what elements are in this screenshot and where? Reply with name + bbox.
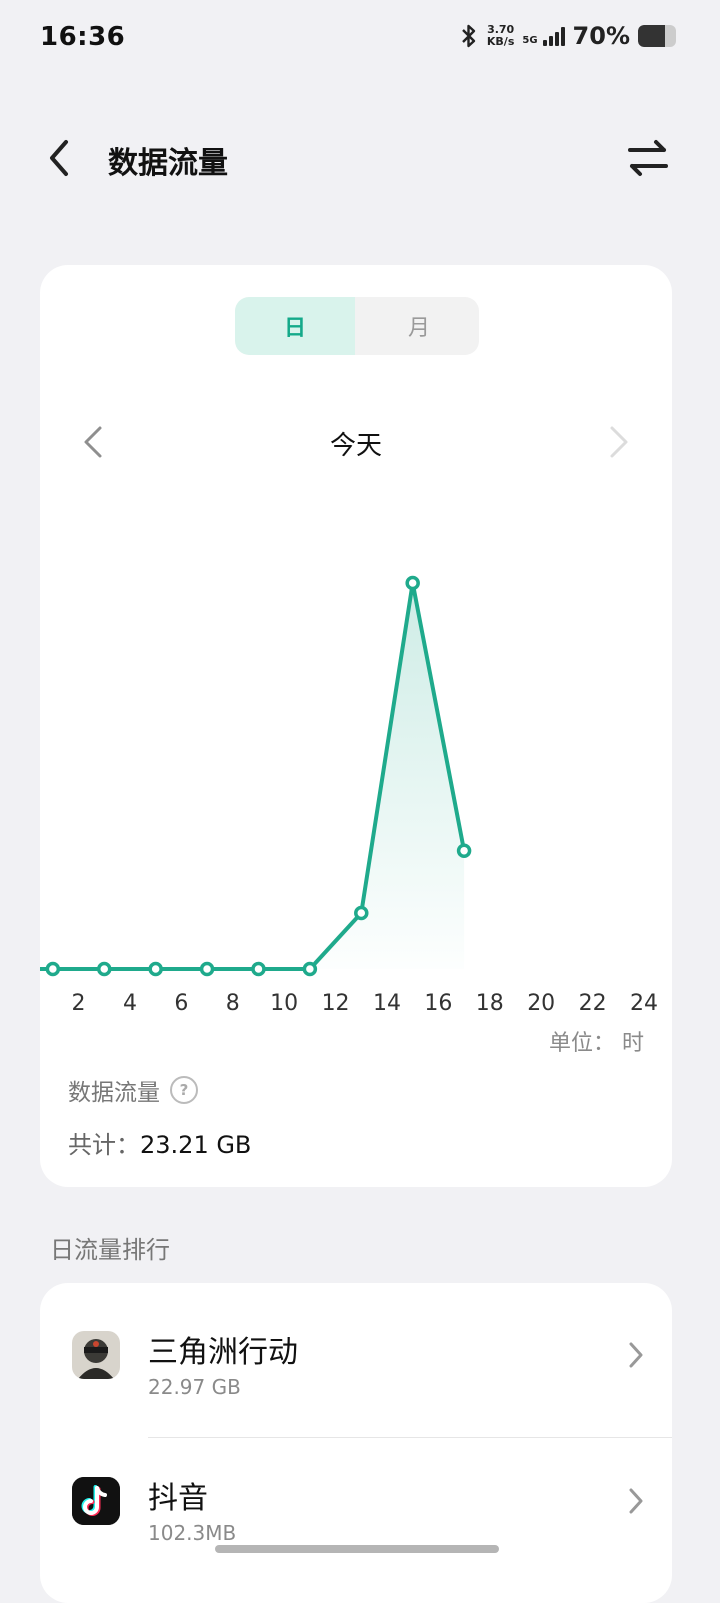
- ranking-title: 日流量排行: [50, 1236, 170, 1264]
- network-type: 5G: [522, 35, 538, 46]
- usage-card: 日 月 今天 2 4 6 8 10 12 14 16 18 20 22 24 单位： 时 数据流量 ?…: [40, 265, 672, 1187]
- x-tick-label: 2: [72, 991, 86, 1016]
- data-point: [354, 905, 369, 921]
- x-tick-label: 4: [123, 991, 137, 1016]
- x-tick-label: 8: [226, 991, 240, 1016]
- data-point: [302, 961, 318, 977]
- page-title: 数据流量: [108, 146, 228, 181]
- signal-bars-icon: [542, 26, 565, 46]
- usage-chart: 2 4 6 8 10 12 14 16 18 20 22 24: [40, 575, 658, 1016]
- total-label: 共计：: [68, 1131, 140, 1159]
- x-tick-label: 18: [476, 991, 504, 1016]
- unit-label: 单位： 时: [549, 1031, 644, 1056]
- app-ranking-list: 三角洲行动 22.97 GB 抖音 102.3MB: [40, 1283, 672, 1603]
- x-tick-label: 16: [424, 991, 452, 1016]
- chevron-right-icon: [629, 1342, 643, 1368]
- x-tick-label: 14: [373, 991, 401, 1016]
- speed-unit: KB/s: [486, 35, 515, 48]
- delta-force-app-icon: [72, 1331, 120, 1379]
- list-item[interactable]: 三角洲行动 22.97 GB: [40, 1283, 672, 1438]
- signal-indicator: 5G: [522, 26, 565, 46]
- x-tick-label: 24: [630, 991, 658, 1016]
- data-point: [456, 843, 472, 858]
- help-icon[interactable]: ?: [170, 1076, 198, 1104]
- usage-area: [309, 583, 465, 969]
- x-tick-label: 6: [174, 991, 188, 1016]
- data-point: [148, 961, 163, 977]
- battery-percent: 70%: [572, 22, 630, 50]
- summary-title: 数据流量: [68, 1080, 160, 1106]
- bluetooth-icon: [462, 24, 476, 48]
- x-tick-label: 20: [527, 991, 555, 1016]
- chevron-right-icon: [629, 1488, 643, 1514]
- list-item[interactable]: 抖音 102.3MB: [40, 1429, 672, 1575]
- network-speed: 3.70 KB/s: [487, 24, 514, 48]
- x-tick-label: 10: [270, 991, 298, 1016]
- data-point: [97, 961, 112, 977]
- home-indicator[interactable]: [215, 1545, 499, 1553]
- app-name: 三角洲行动: [148, 1335, 298, 1370]
- total-usage: 共计：23.21 GB: [68, 1125, 251, 1160]
- total-value: 23.21 GB: [140, 1131, 252, 1159]
- app-usage: 102.3MB: [148, 1521, 237, 1545]
- data-point: [405, 575, 420, 591]
- back-button[interactable]: [40, 138, 80, 178]
- app-usage: 22.97 GB: [148, 1375, 241, 1399]
- data-point: [251, 961, 266, 977]
- douyin-app-icon: [72, 1477, 120, 1525]
- summary-title-row: 数据流量 ?: [68, 1073, 198, 1107]
- app-header: 数据流量: [0, 120, 720, 196]
- status-bar: 16:36 3.70 KB/s 5G 70%: [0, 0, 720, 80]
- data-point: [45, 961, 61, 977]
- status-icons: 3.70 KB/s 5G 70%: [459, 22, 676, 50]
- app-name: 抖音: [148, 1481, 208, 1516]
- swap-sim-icon[interactable]: [626, 138, 670, 178]
- x-tick-label: 22: [579, 991, 607, 1016]
- data-point: [199, 961, 215, 977]
- x-tick-label: 12: [322, 991, 350, 1016]
- clock: 16:36: [40, 22, 126, 52]
- battery-icon: [638, 25, 676, 47]
